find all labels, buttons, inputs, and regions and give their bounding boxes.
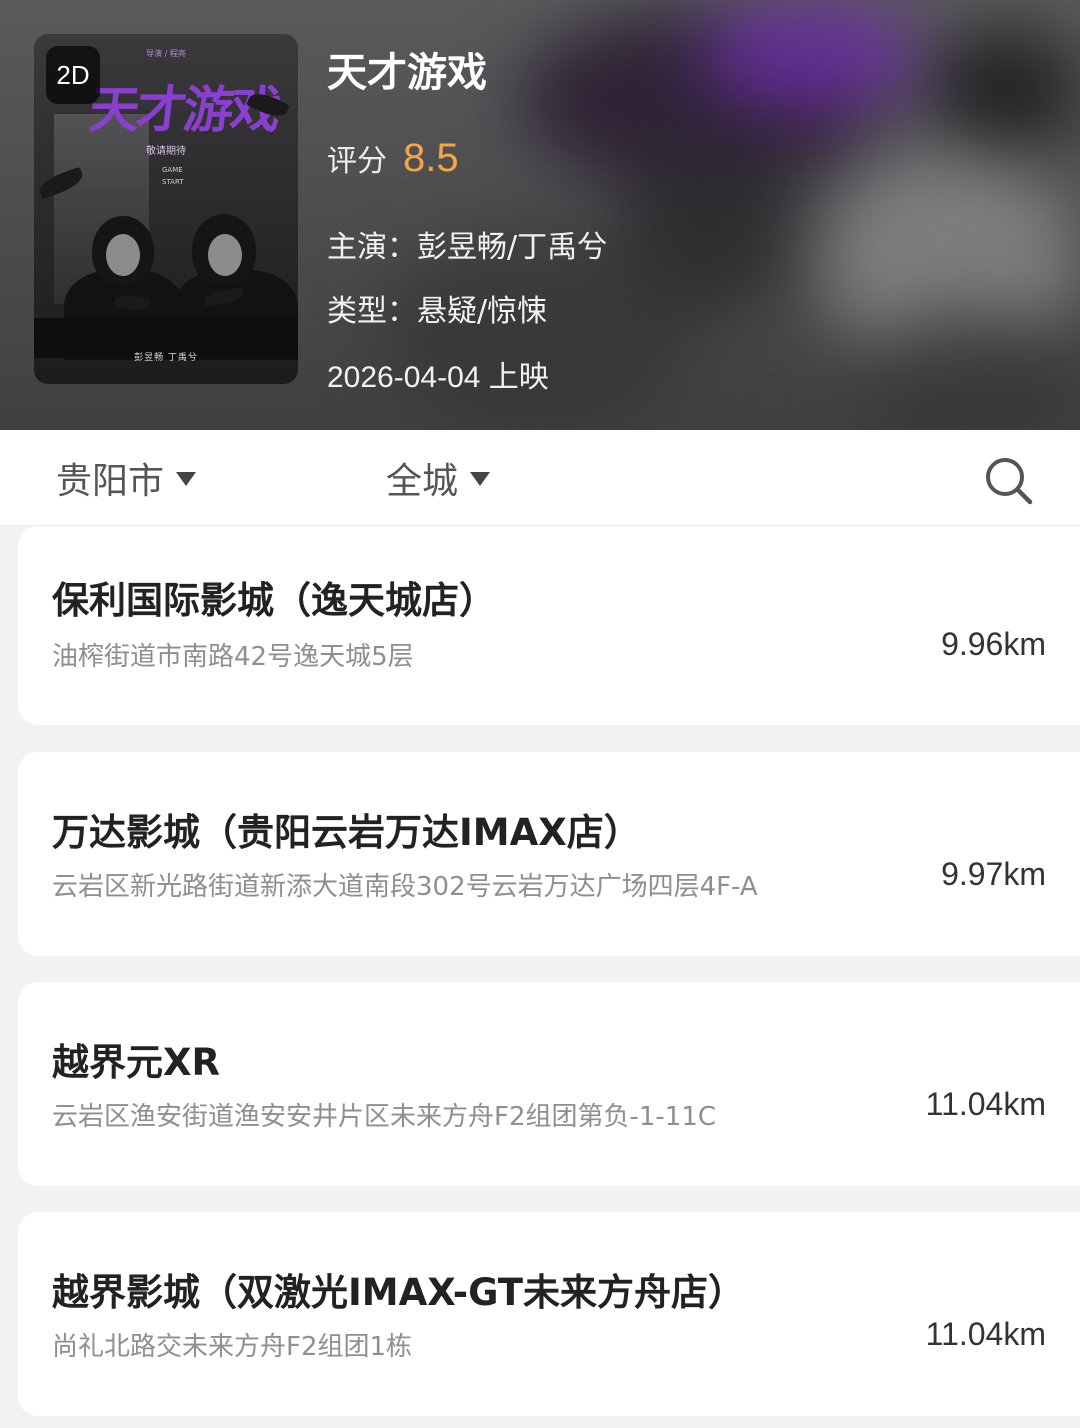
poster-subtitle: 敬请期待 <box>146 146 186 157</box>
cinema-address: 尚礼北路交未来方舟F2组团1栋 <box>52 1332 413 1362</box>
cinema-name: 越界元XR <box>52 1041 221 1084</box>
cinema-distance: 9.96km <box>941 626 1046 662</box>
movie-cast: 主演：彭昱畅/丁禹兮 <box>327 230 608 265</box>
cinema-name: 保利国际影城（逸天城店） <box>52 579 496 622</box>
cinema-name: 万达影城（贵阳云岩万达IMAX店） <box>52 811 641 854</box>
movie-title: 天才游戏 <box>327 50 487 96</box>
rating-label: 评分 <box>327 144 387 179</box>
area-dropdown[interactable]: 全城 <box>386 430 491 526</box>
cinema-address: 云岩区渔安街道渔安安井片区未来方舟F2组团第负-1-11C <box>52 1102 717 1132</box>
cinema-distance: 11.04km <box>925 1086 1046 1122</box>
cinema-name: 越界影城（双激光IMAX-GT未来方舟店） <box>52 1271 746 1314</box>
movie-rating: 评分 8.5 <box>327 136 459 181</box>
movie-release-date: 2026-04-04 上映 <box>327 361 549 394</box>
poster-vertical-text: GAME START <box>162 166 184 186</box>
search-button[interactable] <box>982 454 1036 508</box>
cinema-card[interactable]: 保利国际影城（逸天城店） 油榨街道市南路42号逸天城5层 9.96km <box>18 526 1080 725</box>
cinema-distance: 9.97km <box>941 856 1046 892</box>
cinema-address: 油榨街道市南路42号逸天城5层 <box>52 642 414 672</box>
cinema-card[interactable]: 越界影城（双激光IMAX-GT未来方舟店） 尚礼北路交未来方舟F2组团1栋 11… <box>18 1212 1080 1416</box>
caret-down-icon <box>470 472 491 486</box>
format-badge: 2D <box>46 46 100 104</box>
filter-bar: 贵阳市 全城 <box>0 430 1080 526</box>
search-icon <box>986 458 1033 505</box>
rating-value: 8.5 <box>403 136 459 180</box>
city-dropdown-label: 贵阳市 <box>56 461 165 502</box>
caret-down-icon <box>176 472 197 486</box>
cinema-card[interactable]: 万达影城（贵阳云岩万达IMAX店） 云岩区新光路街道新添大道南段302号云岩万达… <box>18 752 1080 956</box>
cinema-card[interactable]: 越界元XR 云岩区渔安街道渔安安井片区未来方舟F2组团第负-1-11C 11.0… <box>18 982 1080 1186</box>
area-dropdown-label: 全城 <box>386 461 459 502</box>
movie-genre: 类型：悬疑/惊悚 <box>327 294 548 329</box>
cinema-address: 云岩区新光路街道新添大道南段302号云岩万达广场四层4F-A <box>52 872 758 902</box>
cinema-distance: 11.04km <box>925 1316 1046 1352</box>
city-dropdown[interactable]: 贵阳市 <box>56 430 197 526</box>
poster-cast: 彭昱畅 丁禹兮 <box>134 353 198 363</box>
movie-header: 导演 / 程亮 天才游戏 敬请期待 GAME START 彭昱畅 丁禹兮 2D … <box>0 0 1080 430</box>
